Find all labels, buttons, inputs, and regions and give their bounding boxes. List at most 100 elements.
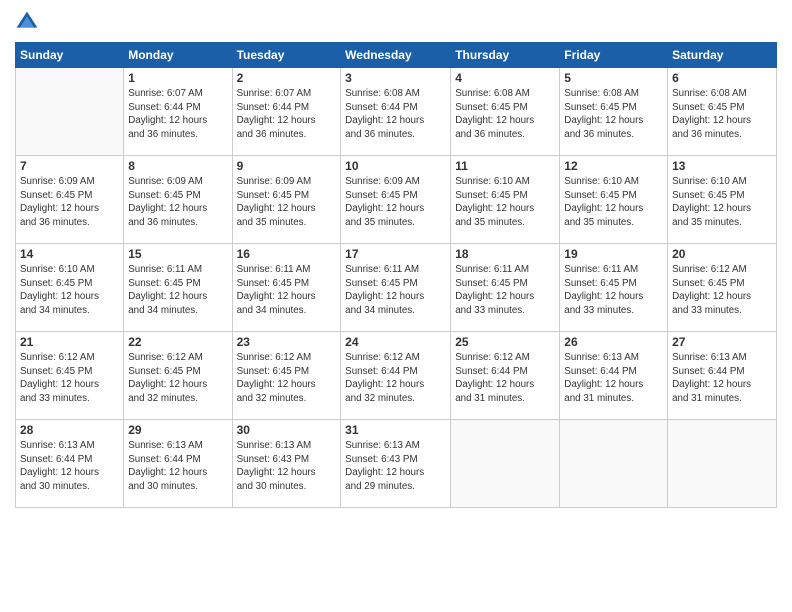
calendar-cell: 5 Sunrise: 6:08 AM Sunset: 6:45 PM Daylig…: [560, 68, 668, 156]
day-number: 2: [237, 71, 337, 85]
day-info: Sunrise: 6:12 AM Sunset: 6:45 PM Dayligh…: [128, 351, 227, 406]
day-number: 10: [345, 159, 446, 173]
day-info: Sunrise: 6:10 AM Sunset: 6:45 PM Dayligh…: [672, 175, 772, 230]
calendar-cell: 19Sunrise: 6:11 AM Sunset: 6:45 PM Dayli…: [560, 244, 668, 332]
day-info: Sunrise: 6:08 AM Sunset: 6:45 PM Dayligh…: [672, 87, 772, 142]
calendar-cell: 26 Sunrise: 6:13 AM Sunset: 6:44 PM Dayli…: [560, 332, 668, 420]
calendar-body: 1 Sunrise: 6:07 AM Sunset: 6:44 PM Daylig…: [16, 68, 777, 508]
calendar-cell: 17 Sunrise: 6:11 AM Sunset: 6:45 PM Dayli…: [341, 244, 451, 332]
day-number: 22: [128, 335, 227, 349]
weekday-header-saturday: Saturday: [668, 43, 777, 68]
calendar-week-row: 28Sunrise: 6:13 AM Sunset: 6:44 PM Dayli…: [16, 420, 777, 508]
calendar-cell: 16Sunrise: 6:11 AM Sunset: 6:45 PM Dayli…: [232, 244, 341, 332]
day-number: 15: [128, 247, 227, 261]
day-number: 31: [345, 423, 446, 437]
calendar-week-row: 1 Sunrise: 6:07 AM Sunset: 6:44 PM Daylig…: [16, 68, 777, 156]
calendar-cell: 23Sunrise: 6:12 AM Sunset: 6:45 PM Dayli…: [232, 332, 341, 420]
day-number: 4: [455, 71, 555, 85]
header: [15, 10, 777, 34]
calendar-cell: 9Sunrise: 6:09 AM Sunset: 6:45 PM Daylig…: [232, 156, 341, 244]
day-number: 25: [455, 335, 555, 349]
day-number: 1: [128, 71, 227, 85]
calendar-cell: 14 Sunrise: 6:10 AM Sunset: 6:45 PM Dayli…: [16, 244, 124, 332]
day-number: 27: [672, 335, 772, 349]
calendar-cell: 12Sunrise: 6:10 AM Sunset: 6:45 PM Dayli…: [560, 156, 668, 244]
page: SundayMondayTuesdayWednesdayThursdayFrid…: [0, 0, 792, 612]
calendar-cell: 3 Sunrise: 6:08 AM Sunset: 6:44 PM Daylig…: [341, 68, 451, 156]
logo: [15, 10, 43, 34]
calendar-cell: 30 Sunrise: 6:13 AM Sunset: 6:43 PM Dayli…: [232, 420, 341, 508]
calendar-cell: 4 Sunrise: 6:08 AM Sunset: 6:45 PM Daylig…: [451, 68, 560, 156]
calendar-cell: 8 Sunrise: 6:09 AM Sunset: 6:45 PM Daylig…: [124, 156, 232, 244]
day-info: Sunrise: 6:13 AM Sunset: 6:43 PM Dayligh…: [237, 439, 337, 494]
calendar-cell: 15 Sunrise: 6:11 AM Sunset: 6:45 PM Dayli…: [124, 244, 232, 332]
calendar-cell: [668, 420, 777, 508]
calendar-header: SundayMondayTuesdayWednesdayThursdayFrid…: [16, 43, 777, 68]
day-info: Sunrise: 6:08 AM Sunset: 6:45 PM Dayligh…: [564, 87, 663, 142]
weekday-header-thursday: Thursday: [451, 43, 560, 68]
calendar-week-row: 14 Sunrise: 6:10 AM Sunset: 6:45 PM Dayli…: [16, 244, 777, 332]
day-info: Sunrise: 6:13 AM Sunset: 6:43 PM Dayligh…: [345, 439, 446, 494]
day-info: Sunrise: 6:13 AM Sunset: 6:44 PM Dayligh…: [564, 351, 663, 406]
day-number: 5: [564, 71, 663, 85]
day-number: 3: [345, 71, 446, 85]
calendar-cell: [16, 68, 124, 156]
day-number: 17: [345, 247, 446, 261]
day-number: 6: [672, 71, 772, 85]
weekday-row: SundayMondayTuesdayWednesdayThursdayFrid…: [16, 43, 777, 68]
day-info: Sunrise: 6:10 AM Sunset: 6:45 PM Dayligh…: [455, 175, 555, 230]
day-info: Sunrise: 6:13 AM Sunset: 6:44 PM Dayligh…: [20, 439, 119, 494]
day-info: Sunrise: 6:08 AM Sunset: 6:44 PM Dayligh…: [345, 87, 446, 142]
calendar-week-row: 21 Sunrise: 6:12 AM Sunset: 6:45 PM Dayli…: [16, 332, 777, 420]
day-number: 30: [237, 423, 337, 437]
day-number: 9: [237, 159, 337, 173]
weekday-header-monday: Monday: [124, 43, 232, 68]
day-info: Sunrise: 6:07 AM Sunset: 6:44 PM Dayligh…: [237, 87, 337, 142]
day-number: 20: [672, 247, 772, 261]
day-info: Sunrise: 6:12 AM Sunset: 6:45 PM Dayligh…: [672, 263, 772, 318]
calendar-cell: 21Sunrise: 6:12 AM Sunset: 6:45 PM Dayli…: [16, 332, 124, 420]
day-info: Sunrise: 6:11 AM Sunset: 6:45 PM Dayligh…: [237, 263, 337, 318]
day-info: Sunrise: 6:12 AM Sunset: 6:45 PM Dayligh…: [237, 351, 337, 406]
day-number: 12: [564, 159, 663, 173]
calendar-week-row: 7 Sunrise: 6:09 AM Sunset: 6:45 PM Daylig…: [16, 156, 777, 244]
calendar-cell: 6 Sunrise: 6:08 AM Sunset: 6:45 PM Daylig…: [668, 68, 777, 156]
day-number: 21: [20, 335, 119, 349]
logo-icon: [15, 10, 39, 34]
calendar-cell: 18Sunrise: 6:11 AM Sunset: 6:45 PM Dayli…: [451, 244, 560, 332]
weekday-header-friday: Friday: [560, 43, 668, 68]
day-number: 8: [128, 159, 227, 173]
calendar-cell: [451, 420, 560, 508]
calendar-cell: 1Sunrise: 6:07 AM Sunset: 6:44 PM Daylig…: [124, 68, 232, 156]
calendar-cell: 24 Sunrise: 6:12 AM Sunset: 6:44 PM Dayli…: [341, 332, 451, 420]
calendar-cell: 29Sunrise: 6:13 AM Sunset: 6:44 PM Dayli…: [124, 420, 232, 508]
calendar-cell: 10 Sunrise: 6:09 AM Sunset: 6:45 PM Dayli…: [341, 156, 451, 244]
day-info: Sunrise: 6:12 AM Sunset: 6:44 PM Dayligh…: [345, 351, 446, 406]
calendar-cell: 2 Sunrise: 6:07 AM Sunset: 6:44 PM Daylig…: [232, 68, 341, 156]
day-info: Sunrise: 6:13 AM Sunset: 6:44 PM Dayligh…: [128, 439, 227, 494]
calendar-cell: 31 Sunrise: 6:13 AM Sunset: 6:43 PM Dayli…: [341, 420, 451, 508]
calendar-cell: 25 Sunrise: 6:12 AM Sunset: 6:44 PM Dayli…: [451, 332, 560, 420]
weekday-header-wednesday: Wednesday: [341, 43, 451, 68]
calendar-cell: 13 Sunrise: 6:10 AM Sunset: 6:45 PM Dayli…: [668, 156, 777, 244]
day-info: Sunrise: 6:10 AM Sunset: 6:45 PM Dayligh…: [20, 263, 119, 318]
day-number: 7: [20, 159, 119, 173]
day-number: 18: [455, 247, 555, 261]
day-number: 24: [345, 335, 446, 349]
day-info: Sunrise: 6:09 AM Sunset: 6:45 PM Dayligh…: [20, 175, 119, 230]
day-info: Sunrise: 6:09 AM Sunset: 6:45 PM Dayligh…: [128, 175, 227, 230]
weekday-header-tuesday: Tuesday: [232, 43, 341, 68]
calendar-cell: 11Sunrise: 6:10 AM Sunset: 6:45 PM Dayli…: [451, 156, 560, 244]
day-number: 13: [672, 159, 772, 173]
calendar-cell: 28Sunrise: 6:13 AM Sunset: 6:44 PM Dayli…: [16, 420, 124, 508]
day-info: Sunrise: 6:11 AM Sunset: 6:45 PM Dayligh…: [128, 263, 227, 318]
calendar-cell: 7 Sunrise: 6:09 AM Sunset: 6:45 PM Daylig…: [16, 156, 124, 244]
calendar-cell: 27 Sunrise: 6:13 AM Sunset: 6:44 PM Dayli…: [668, 332, 777, 420]
day-info: Sunrise: 6:08 AM Sunset: 6:45 PM Dayligh…: [455, 87, 555, 142]
day-number: 26: [564, 335, 663, 349]
day-number: 14: [20, 247, 119, 261]
day-info: Sunrise: 6:11 AM Sunset: 6:45 PM Dayligh…: [345, 263, 446, 318]
day-info: Sunrise: 6:09 AM Sunset: 6:45 PM Dayligh…: [345, 175, 446, 230]
day-info: Sunrise: 6:12 AM Sunset: 6:44 PM Dayligh…: [455, 351, 555, 406]
day-info: Sunrise: 6:13 AM Sunset: 6:44 PM Dayligh…: [672, 351, 772, 406]
